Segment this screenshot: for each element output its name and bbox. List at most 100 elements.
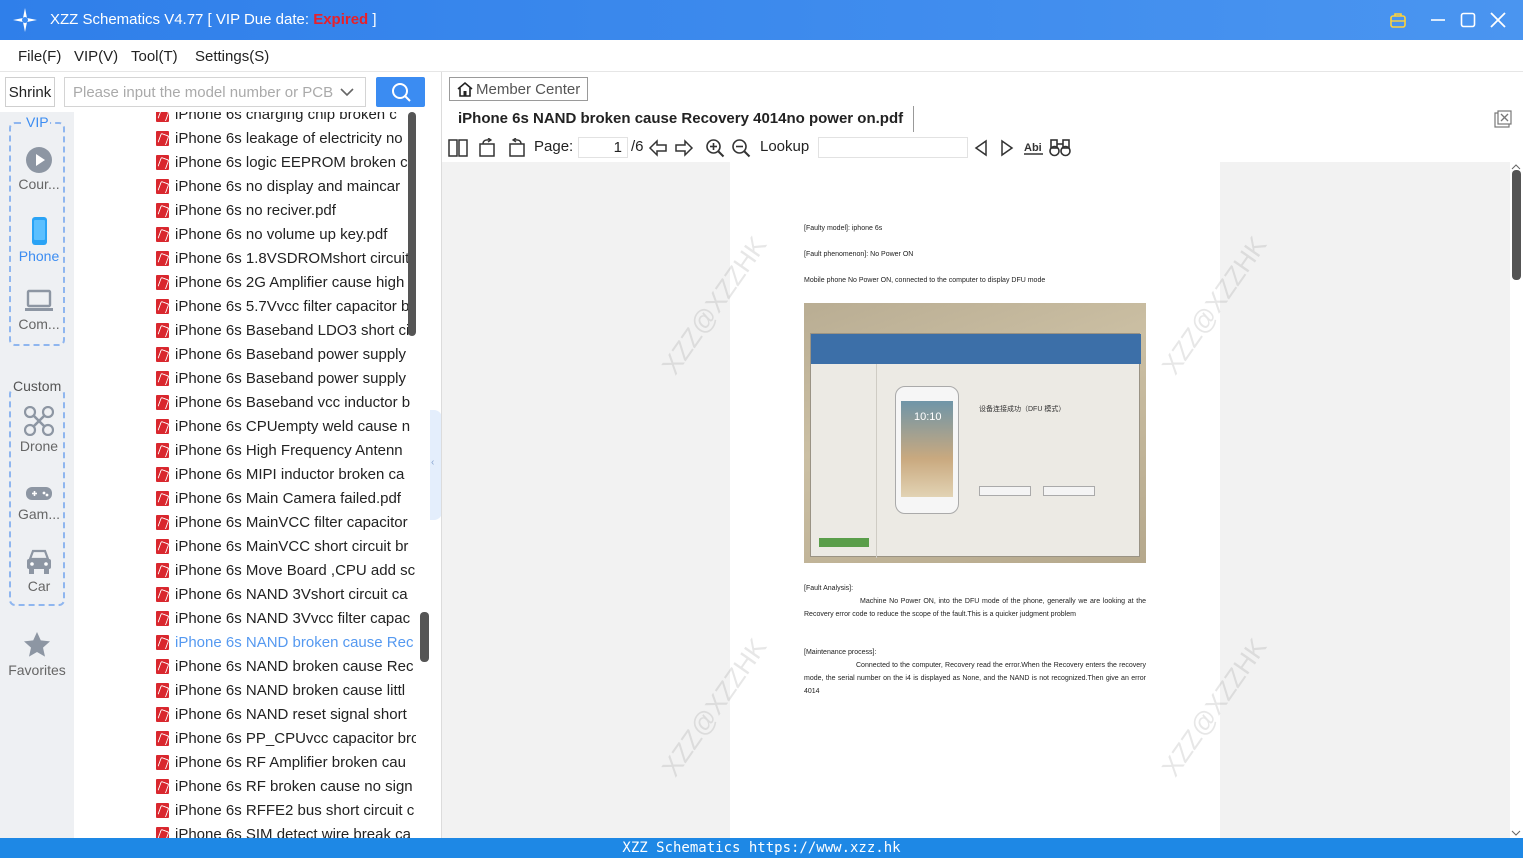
search-button[interactable] [376,77,425,107]
file-list-item[interactable]: iPhone 6s CPUempty weld cause n [156,415,416,439]
file-list-item[interactable]: iPhone 6s Baseband power supply [156,367,416,391]
maximize-button[interactable] [1457,9,1479,31]
category-car[interactable]: Car [11,548,67,594]
file-list-item[interactable]: iPhone 6s 5.7Vvcc filter capacitor b [156,295,416,319]
category-game[interactable]: Gam... [11,484,67,522]
zoom-out-button[interactable] [731,138,751,158]
rotate-left-icon [479,138,495,157]
file-list-item[interactable]: iPhone 6s Main Camera failed.pdf [156,487,416,511]
zoom-in-button[interactable] [705,138,725,158]
file-list-item[interactable]: iPhone 6s MainVCC filter capacitor [156,511,416,535]
pdf-file-icon [156,251,169,266]
category-phone[interactable]: Phone [11,216,67,264]
file-list-item[interactable]: iPhone 6s Baseband vcc inductor b [156,391,416,415]
next-page-button[interactable] [674,138,694,158]
file-list-item[interactable]: iPhone 6s leakage of electricity no [156,127,416,151]
file-name: iPhone 6s leakage of electricity no [175,130,403,147]
file-list-item[interactable]: iPhone 6s NAND 3Vshort circuit ca [156,583,416,607]
file-name: iPhone 6s no volume up key.pdf [175,226,388,243]
menu-tool[interactable]: Tool(T) [131,48,178,65]
page-number-input[interactable] [578,137,628,158]
find-previous-button[interactable] [971,138,991,158]
scroll-up-icon[interactable] [1511,164,1521,170]
custom-category-group: Custom Drone Gam... Car [9,378,67,606]
file-list-item[interactable]: iPhone 6s no reciver.pdf [156,199,416,223]
menu-file[interactable]: File(F) [18,48,61,65]
menu-settings[interactable]: Settings(S) [195,48,269,65]
rotate-right-button[interactable] [506,138,526,158]
member-center-button[interactable]: Member Center [449,77,588,101]
minimize-button[interactable] [1427,9,1449,31]
file-list-item[interactable]: iPhone 6s no display and maincar [156,175,416,199]
pdf-file-icon [156,755,169,770]
previous-page-button[interactable] [648,138,668,158]
file-list-item[interactable]: iPhone 6s RF broken cause no sign [156,775,416,799]
two-page-view-button[interactable] [448,138,468,158]
file-list-item[interactable]: iPhone 6s NAND reset signal short [156,703,416,727]
menu-vip[interactable]: VIP(V) [74,48,118,65]
file-name: iPhone 6s NAND broken cause Rec [175,658,414,675]
category-courses[interactable]: Cour... [11,146,67,192]
pdf-file-icon [156,515,169,530]
whole-word-icon: Abi [1024,142,1043,155]
file-list-item[interactable]: iPhone 6s Move Board ,CPU add sc [156,559,416,583]
file-list-item[interactable]: iPhone 6s RF Amplifier broken cau [156,751,416,775]
pdf-file-icon [156,803,169,818]
file-list-item[interactable]: iPhone 6s MainVCC short circuit br [156,535,416,559]
window-title: XZZ Schematics V4.77 [ VIP Due date: Exp… [50,11,377,28]
close-button[interactable] [1487,9,1509,31]
laptop-icon [25,289,53,311]
file-list-item[interactable]: iPhone 6s RFFE2 bus short circuit c [156,799,416,823]
file-list-item[interactable]: iPhone 6s SIM detect wire break ca [156,823,416,838]
home-icon [457,81,473,97]
file-list-item[interactable]: iPhone 6s NAND broken cause Rec [156,631,416,655]
file-name: iPhone 6s MIPI inductor broken ca [175,466,405,483]
file-name: iPhone 6s 2G Amplifier cause high [175,274,405,291]
custom-group-label: Custom [12,378,63,394]
find-next-button[interactable] [997,138,1017,158]
faulty-model-line: [Faulty model]: iphone 6s [804,225,883,232]
file-list-item[interactable]: iPhone 6s 1.8VSDROMshort circuit [156,247,416,271]
category-drone[interactable]: Drone [11,406,67,454]
chevron-down-icon[interactable] [338,83,356,101]
triangle-right-icon [1001,139,1014,157]
viewer-scrollbar[interactable] [1512,170,1521,280]
file-list-item[interactable]: iPhone 6s PP_CPUvcc capacitor bro [156,727,416,751]
model-search-input[interactable] [64,77,366,107]
file-list-item[interactable]: iPhone 6s charging chip broken c [156,112,416,127]
file-list-item[interactable]: iPhone 6s MIPI inductor broken ca [156,463,416,487]
lookup-input[interactable] [818,137,968,158]
pdf-file-icon [156,419,169,434]
document-tab[interactable]: iPhone 6s NAND broken cause Recovery 401… [449,106,915,132]
file-list-item[interactable]: iPhone 6s High Frequency Antenn [156,439,416,463]
vip-bag-icon[interactable] [1387,9,1409,31]
list-scrollbar[interactable] [408,112,416,336]
file-list-item[interactable]: iPhone 6s NAND broken cause littl [156,679,416,703]
file-list-item[interactable]: iPhone 6s Baseband power supply [156,343,416,367]
file-name: iPhone 6s Baseband power supply [175,370,406,387]
pdf-viewer[interactable]: [Faulty model]: iphone 6s [Fault phenome… [442,162,1510,838]
page-label: Page: [534,138,574,155]
category-favorites[interactable]: Favorites [0,630,74,678]
shrink-button[interactable]: Shrink [5,77,55,107]
zoom-out-icon [732,139,751,158]
file-list-item[interactable]: iPhone 6s Baseband LDO3 short ci [156,319,416,343]
star-icon [24,632,50,657]
match-whole-word-button[interactable]: Abi [1023,138,1045,158]
file-list-item[interactable]: iPhone 6s NAND 3Vvcc filter capac [156,607,416,631]
summary-line: Mobile phone No Power ON, connected to t… [804,277,1046,284]
file-name: iPhone 6s charging chip broken c [175,112,397,123]
category-computer[interactable]: Com... [11,288,67,332]
file-list-item[interactable]: iPhone 6s NAND broken cause Rec [156,655,416,679]
pdf-file-icon [156,563,169,578]
vip-category-group: VIP Cour... Phone Com... [9,114,67,346]
find-all-button[interactable] [1049,138,1071,158]
file-list-item[interactable]: iPhone 6s logic EEPROM broken c [156,151,416,175]
list-scrollbar-secondary[interactable] [420,612,429,662]
file-list-item[interactable]: iPhone 6s 2G Amplifier cause high [156,271,416,295]
close-tab-icon[interactable] [1494,110,1512,128]
rotate-left-button[interactable] [478,138,498,158]
file-list-item[interactable]: iPhone 6s no volume up key.pdf [156,223,416,247]
photo-status-chip [819,538,869,547]
scroll-down-icon[interactable] [1511,830,1521,836]
